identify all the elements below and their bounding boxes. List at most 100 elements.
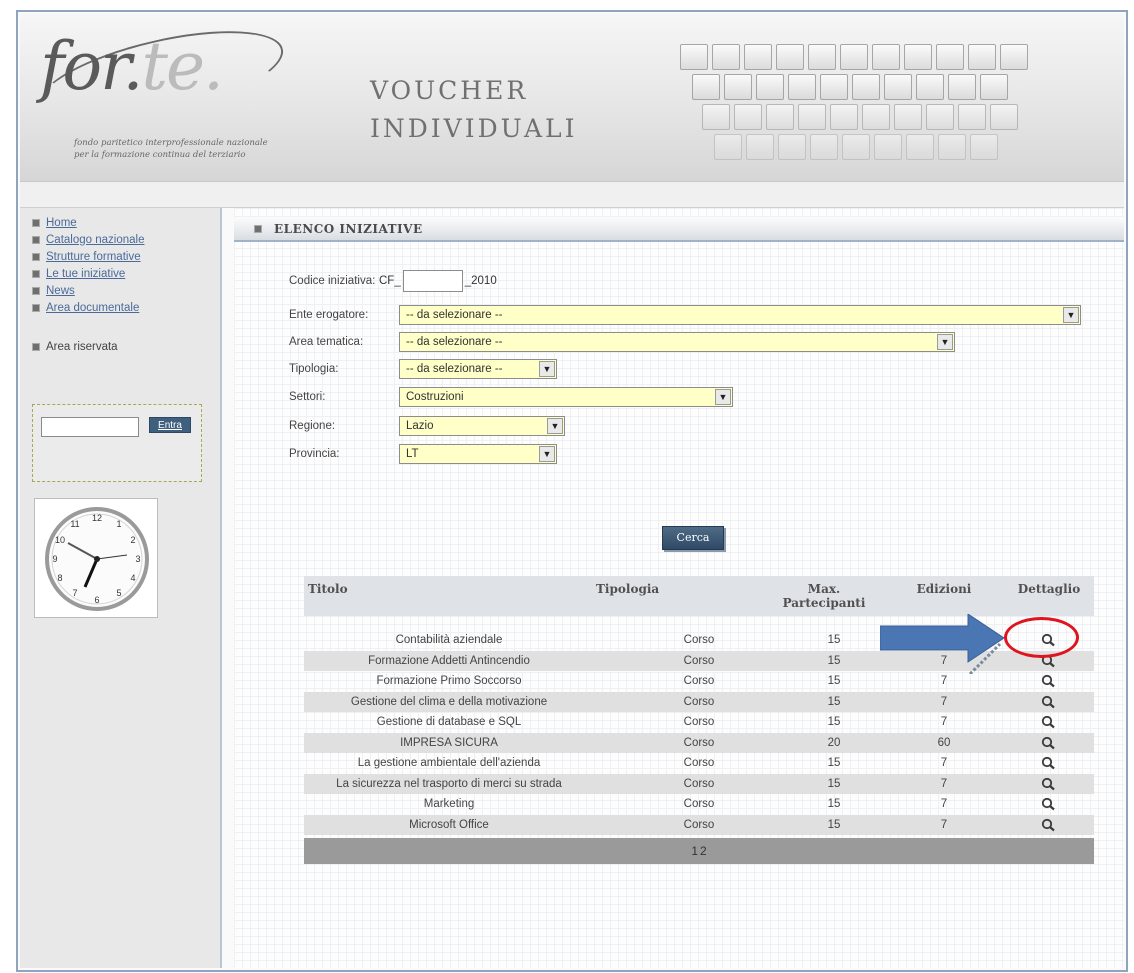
settori-select-value: Costruzioni [406,391,464,403]
tipologia-row: Tipologia: -- da selezionare -- ▼ [289,358,557,380]
square-bullet-icon [32,235,40,244]
detail-button[interactable] [1004,774,1094,794]
sidebar-link-documentale[interactable]: Area documentale [46,302,139,314]
cell-edizioni: 7 [940,777,948,790]
table-row: Microsoft Office Corso 15 7 [304,814,1094,835]
svg-text:12: 12 [92,513,102,523]
banner-title-line-1: VOUCHER [370,76,529,105]
cell-edizioni: 60 [937,736,951,749]
detail-button[interactable] [1004,794,1094,814]
magnifier-icon[interactable] [1041,695,1057,709]
cell-tipologia: Corso [683,757,715,769]
ente-select[interactable]: -- da selezionare -- ▼ [399,305,1081,325]
table-row: La gestione ambientale dell'azienda Corso… [304,753,1094,774]
cell-tipologia: Corso [683,777,715,790]
table-row: Marketing Corso 15 7 [304,794,1094,815]
detail-button[interactable] [1004,671,1094,691]
settori-select[interactable]: Costruzioni ▼ [399,387,733,407]
square-bullet-icon [32,218,40,227]
results-table-header: Titolo Tipologia Max. Partecipanti Edizi… [304,576,1094,616]
clock-icon: 1212 345 678 91011 [45,507,149,611]
magnifier-icon[interactable] [1041,756,1057,770]
forte-logo[interactable]: for.te. fondo paritetico interprofession… [30,12,300,172]
sidebar-link-home[interactable]: Home [46,217,77,229]
cell-edizioni: 7 [940,716,948,728]
sidebar-item-iniziative[interactable]: Le tue iniziative [32,265,220,282]
svg-text:9: 9 [52,554,57,564]
column-header-titolo: Titolo [308,582,348,596]
magnifier-icon[interactable] [1041,674,1057,688]
table-row: La sicurezza nel trasporto di merci su s… [304,773,1094,794]
provincia-select[interactable]: LT ▼ [399,444,557,464]
detail-button[interactable] [1004,733,1094,753]
cell-edizioni: 7 [940,818,948,831]
sidebar-item-catalogo[interactable]: Catalogo nazionale [32,231,220,248]
provincia-label: Provincia: [289,448,340,460]
settori-row: Settori: Costruzioni ▼ [289,386,733,408]
provincia-row: Provincia: LT ▼ [289,443,557,465]
magnifier-icon[interactable] [1041,777,1057,791]
square-bullet-icon [32,269,40,278]
svg-text:8: 8 [57,573,62,583]
regione-select[interactable]: Lazio ▼ [399,416,565,436]
page-link-1[interactable]: 1 [691,844,698,858]
magnifier-icon[interactable] [1041,818,1057,832]
page-link-2[interactable]: 2 [700,844,707,858]
chevron-down-icon[interactable]: ▼ [937,334,953,350]
reserved-area-label: Area riservata [46,340,118,353]
magnifier-icon[interactable] [1041,797,1057,811]
magnifier-icon[interactable] [1041,715,1057,729]
sidebar-item-home[interactable]: Home [32,214,220,231]
sidebar-link-catalogo[interactable]: Catalogo nazionale [46,234,144,246]
logo-tagline-1: fondo paritetico interprofessionale nazi… [74,138,268,148]
sidebar-item-strutture[interactable]: Strutture formative [32,248,220,265]
sidebar: Home Catalogo nazionale Strutture format… [20,208,222,968]
ente-row: Ente erogatore: -- da selezionare -- ▼ [289,304,1081,326]
svg-text:7: 7 [72,588,77,598]
keyboard-image [680,44,1070,174]
chevron-down-icon[interactable]: ▼ [547,418,563,434]
area-select[interactable]: -- da selezionare -- ▼ [399,332,955,352]
cell-titolo: Formazione Primo Soccorso [376,675,522,687]
reserved-area-heading: Area riservata [32,338,220,355]
cell-max-partecipanti: 15 [827,654,841,667]
column-header-max: Max. Partecipanti [782,582,866,610]
detail-button[interactable] [1004,692,1094,712]
regione-row: Regione: Lazio ▼ [289,415,565,437]
login-code-input[interactable] [41,417,139,437]
page-frame: for.te. fondo paritetico interprofession… [16,10,1128,972]
codice-prefix: CF_ [379,275,401,287]
login-box: Entra [32,404,202,482]
search-button[interactable]: Cerca [662,526,724,550]
sidebar-link-news[interactable]: News [46,285,75,297]
chevron-down-icon[interactable]: ▼ [715,389,731,405]
cell-titolo: La sicurezza nel trasporto di merci su s… [336,777,562,790]
ente-label: Ente erogatore: [289,309,369,321]
chevron-down-icon[interactable]: ▼ [1063,307,1079,323]
logo-tagline-2: per la formazione continua del terziario [74,150,246,160]
codice-input[interactable] [402,270,463,292]
login-button[interactable]: Entra [149,417,191,433]
cell-tipologia: Corso [683,716,715,728]
chevron-down-icon[interactable]: ▼ [539,361,555,377]
codice-suffix: _2010 [464,275,497,287]
sidebar-link-strutture[interactable]: Strutture formative [46,251,141,263]
cell-max-partecipanti: 15 [827,695,841,708]
provincia-select-value: LT [406,448,419,460]
column-header-dettaglio: Dettaglio [1017,582,1081,596]
area-row: Area tematica: -- da selezionare -- ▼ [289,331,955,353]
sidebar-item-news[interactable]: News [32,282,220,299]
chevron-down-icon[interactable]: ▼ [539,446,555,462]
tipologia-select[interactable]: -- da selezionare -- ▼ [399,359,557,379]
cell-titolo: Gestione del clima e della motivazione [350,695,548,708]
detail-button[interactable] [1004,753,1094,773]
svg-text:2: 2 [130,535,135,545]
detail-button[interactable] [1004,712,1094,732]
header-divider-band [20,182,1124,208]
svg-text:6: 6 [94,595,99,605]
magnifier-icon[interactable] [1041,736,1057,750]
square-bullet-icon [32,252,40,261]
sidebar-link-iniziative[interactable]: Le tue iniziative [46,268,125,280]
sidebar-item-documentale[interactable]: Area documentale [32,299,220,316]
detail-button[interactable] [1004,815,1094,835]
